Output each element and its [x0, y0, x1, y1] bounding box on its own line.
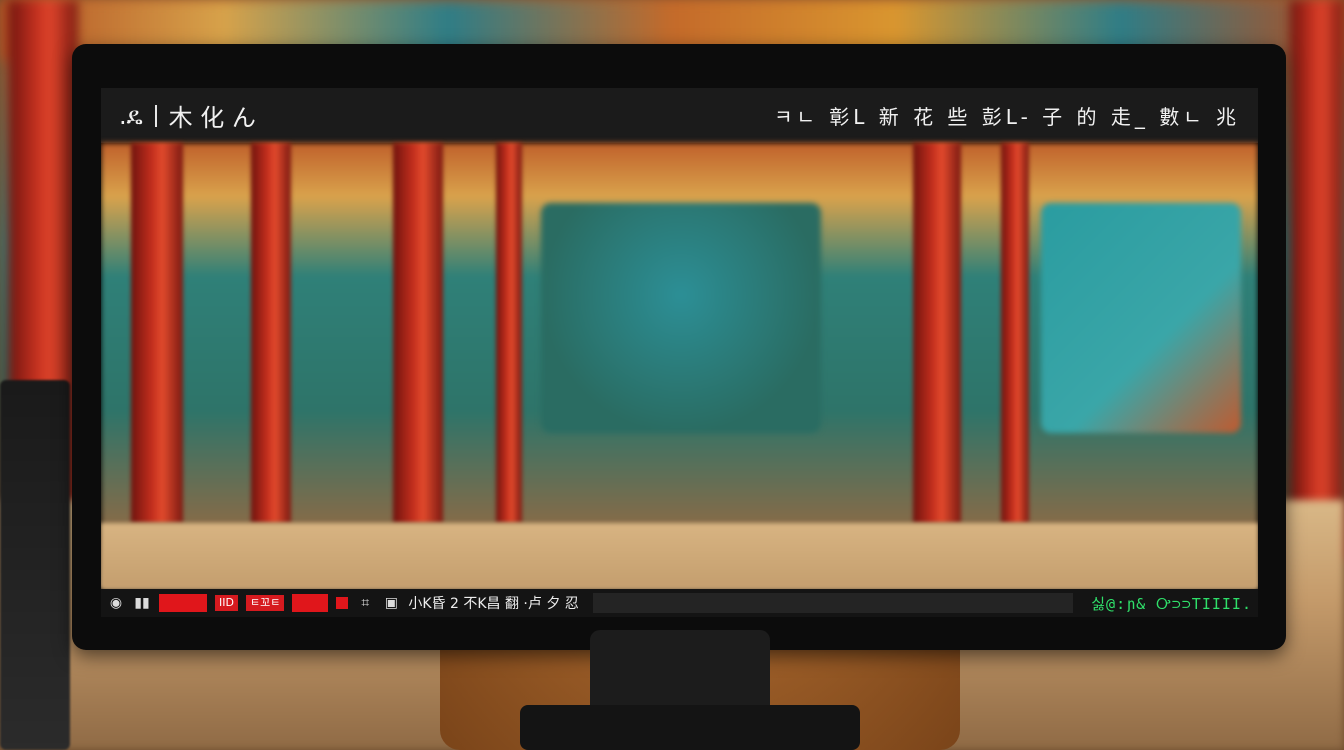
viewport-pillar	[251, 143, 291, 523]
viewport-pillar	[393, 143, 443, 523]
record-dot-icon	[336, 597, 349, 609]
crop-icon[interactable]: ⌗	[356, 594, 374, 612]
viewport-pillar	[1001, 143, 1029, 523]
temple-pillar	[1290, 0, 1344, 560]
status-bar: ◉ ▮▮ IID ㅌ꼬ㅌ ⌗ ▣ 小K昏 2 不K昌 翻 ·卢 夕 忍 싫@:ɲ…	[101, 589, 1258, 617]
field-monitor: .ዴ 木 化 ん ㅋㄴ 彰L 新 花 些 彭L- 子 的 走_ 數ㄴ 兆 ◉ ▮…	[72, 44, 1286, 650]
camera-viewport	[101, 143, 1258, 589]
viewer-title: 木 化 ん	[168, 104, 256, 132]
record-indicator	[159, 594, 207, 612]
record-indicator	[292, 594, 329, 612]
globe-icon[interactable]: ◉	[107, 594, 125, 612]
top-bar: .ዴ 木 化 ん ㅋㄴ 彰L 新 花 些 彭L- 子 的 走_ 數ㄴ 兆	[101, 88, 1258, 143]
rec-label: IID	[215, 595, 238, 611]
viewport-pillar	[913, 143, 961, 523]
viewport-mural	[541, 203, 821, 433]
camera-tripod	[0, 380, 70, 750]
user-icon[interactable]: ▣	[382, 594, 400, 612]
divider	[154, 104, 157, 127]
brand-label: .ዴ	[119, 101, 143, 130]
timecode-display: 싫@:ɲ& Ꭴ⊃⊃ΤIIII.	[1091, 594, 1252, 613]
status-info: 小K昏 2 不K昌 翻 ·卢 夕 忍	[408, 596, 579, 612]
mode-label: ㅌ꼬ㅌ	[245, 595, 285, 611]
viewport-pillar	[131, 143, 183, 523]
monitor-screen: .ዴ 木 化 ん ㅋㄴ 彰L 新 花 些 彭L- 子 的 走_ 數ㄴ 兆 ◉ ▮…	[101, 88, 1258, 617]
split-icon[interactable]: ▮▮	[133, 594, 151, 612]
top-bar-left: .ዴ 木 化 ん	[119, 98, 256, 133]
menu-text[interactable]: ㅋㄴ 彰L 新 花 些 彭L- 子 的 走_ 數ㄴ 兆	[774, 101, 1240, 130]
viewport-pillar	[496, 143, 522, 523]
viewport-mural	[1041, 203, 1241, 433]
viewport-floor	[101, 523, 1258, 589]
status-bar-empty-area	[592, 593, 1074, 613]
